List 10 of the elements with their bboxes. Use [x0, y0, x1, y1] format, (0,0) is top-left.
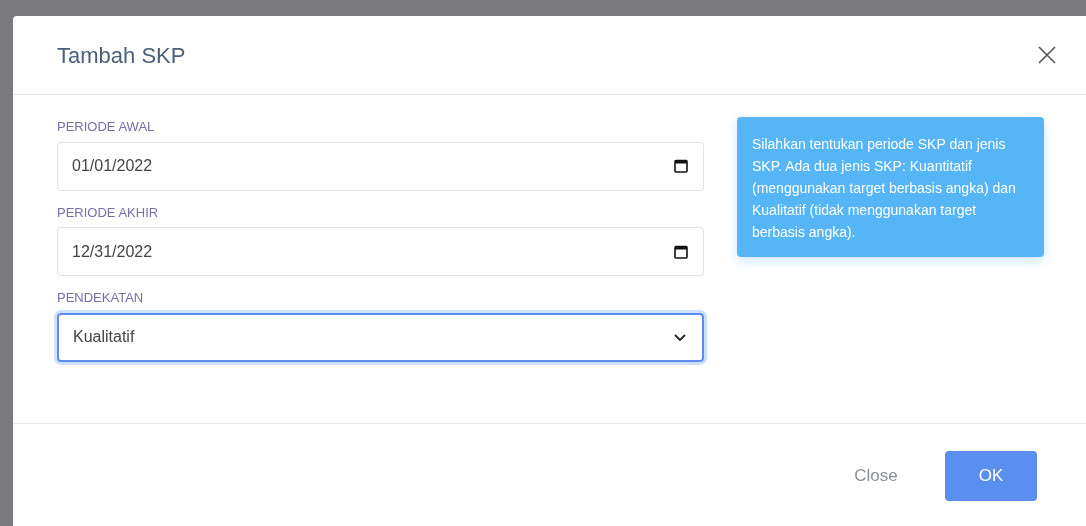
select-field[interactable]: Kualitatif	[57, 312, 704, 362]
field-label: PERIODE AKHIR	[57, 203, 160, 222]
calendar-icon	[673, 243, 689, 260]
field-label: PENDEKATAN	[57, 289, 145, 307]
info-box: Silahkan tentukan periode SKP dan jenis SKP. Ada dua jenis SKP: Kuantitatif (menggunakan target berbasis angka) dan Kualitatif (tidak menggunakan target berbasis angka).	[737, 117, 1044, 257]
dialog-title: Tambah SKP	[57, 41, 186, 70]
calendar-icon	[673, 158, 689, 174]
field-label: PERIODE AWAL	[57, 118, 156, 136]
date-field[interactable]: 01/01/2022	[57, 141, 704, 191]
date-field[interactable]: 12/31/2022	[57, 227, 704, 276]
